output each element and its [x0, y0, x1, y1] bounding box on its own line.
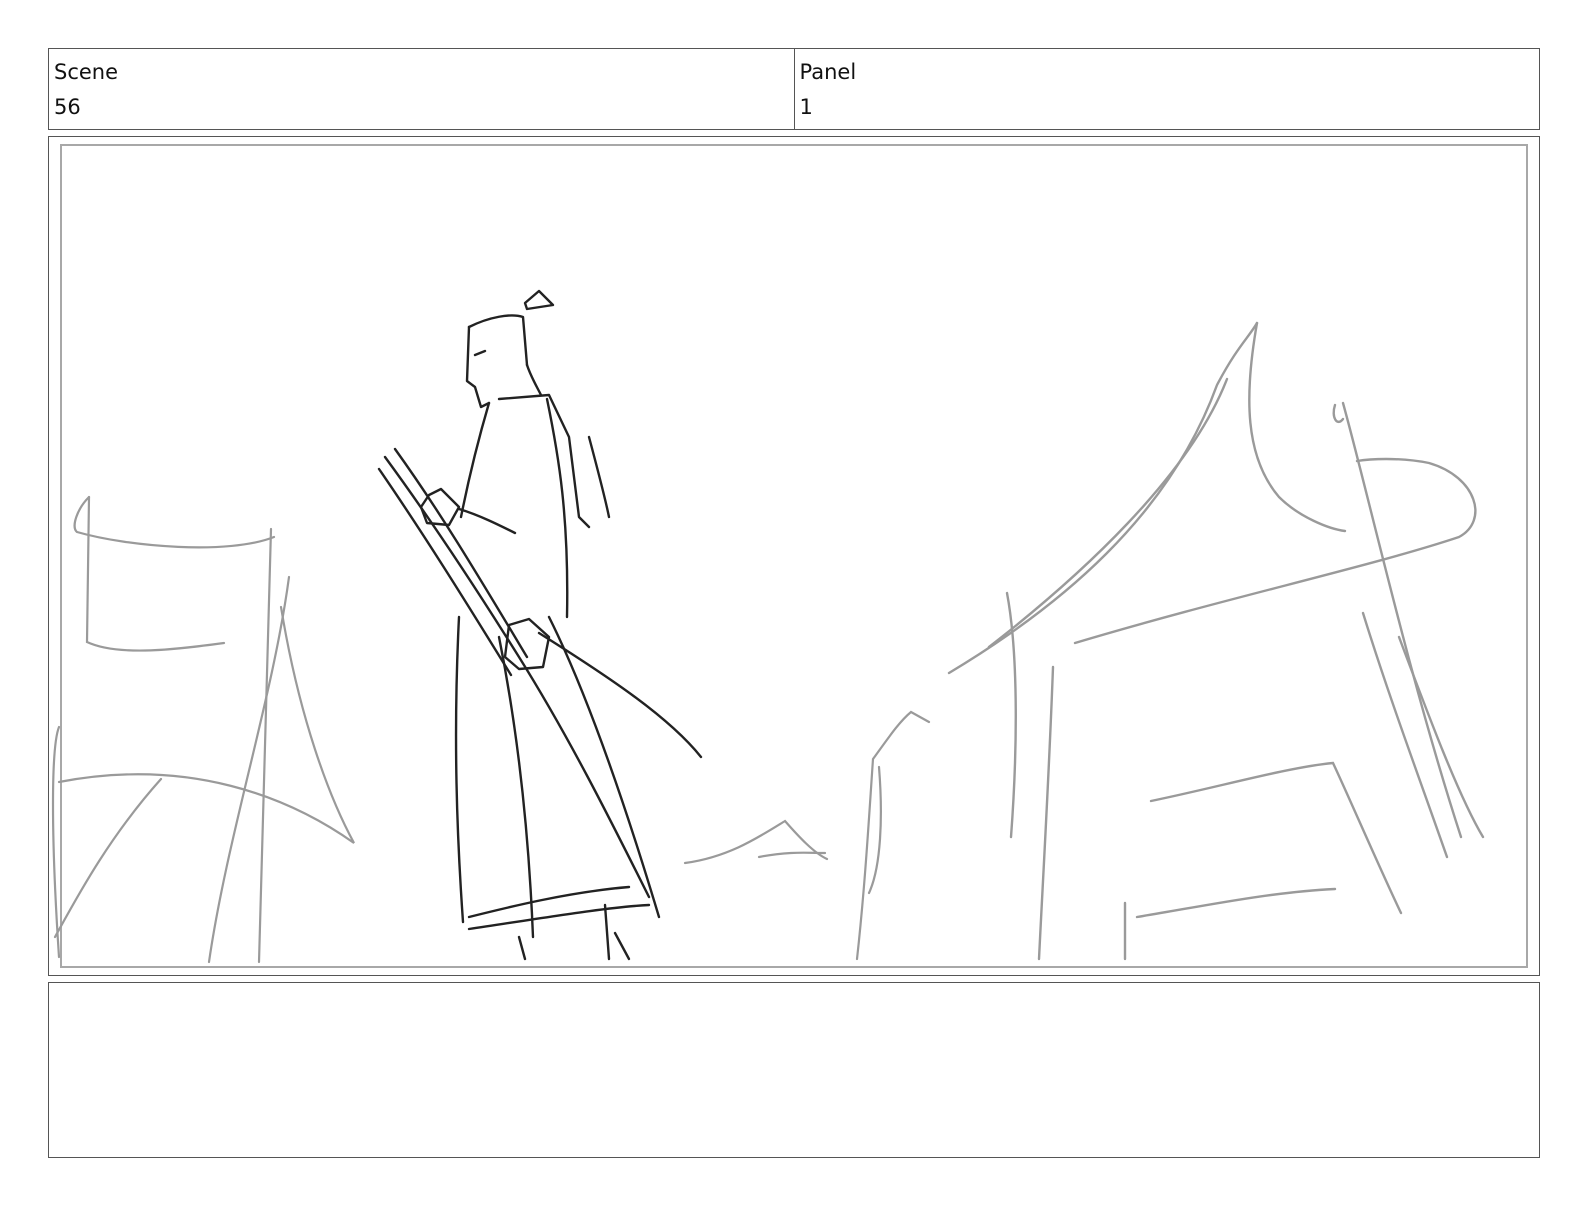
warrior-figure-sketch — [377, 289, 703, 961]
panel-label: Panel — [799, 60, 857, 84]
panel-header: Scene 56 Panel 1 — [48, 48, 1540, 130]
panel-cell: Panel 1 — [793, 49, 1540, 129]
safe-area-border — [60, 144, 1528, 968]
storyboard-frame — [48, 136, 1540, 976]
scene-number: 56 — [54, 95, 81, 119]
left-tent-sketch — [51, 495, 355, 964]
sketch-drawing — [51, 144, 1528, 968]
pagoda-roof-sketch — [947, 321, 1485, 961]
panel-number: 1 — [799, 95, 813, 119]
scene-cell: Scene 56 — [49, 49, 794, 129]
distant-hills-sketch — [683, 710, 931, 961]
panel-notes-box — [48, 982, 1540, 1158]
scene-label: Scene — [54, 60, 119, 84]
